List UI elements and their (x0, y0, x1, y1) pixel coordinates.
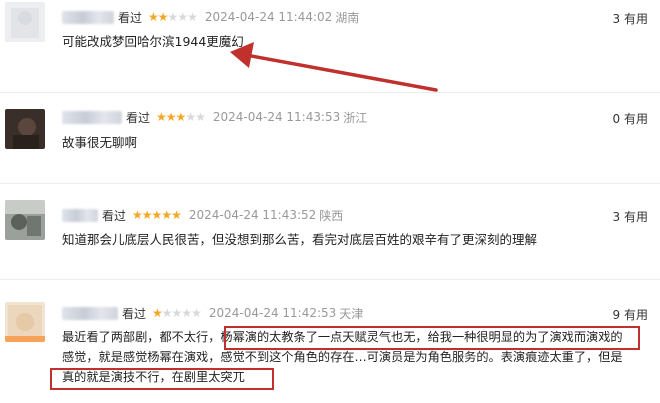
username-blurred[interactable] (62, 306, 118, 320)
star-icon: ★ (157, 10, 169, 24)
star-icon: ★ (181, 306, 192, 320)
star-icon: ★ (161, 208, 172, 222)
watched-label: 看过 (122, 306, 147, 321)
comment-meta: 看过 ★★★★★ 2024-04-24 11:44:02 湖南 (62, 8, 359, 26)
star-icon: ★ (161, 306, 173, 320)
star-icon: ★ (185, 110, 196, 124)
username-blurred[interactable] (62, 110, 122, 124)
comment-item: 看过 ★★★★★ 2024-04-24 11:44:02 湖南 3 有用 可能改… (0, 0, 660, 92)
useful-count[interactable]: 3 有用 (613, 208, 648, 225)
comment-item: 看过 ★★★★★ 2024-04-24 11:43:53 浙江 0 有用 故事很… (0, 93, 660, 183)
star-icon: ★ (132, 208, 143, 222)
comment-meta: 看过 ★★★★★ 2024-04-24 11:43:53 浙江 (62, 108, 367, 126)
avatar[interactable] (5, 2, 45, 42)
avatar[interactable] (5, 109, 45, 149)
comment-location: 陕西 (319, 208, 344, 223)
useful-count[interactable]: 9 有用 (613, 306, 648, 323)
useful-count[interactable]: 0 有用 (613, 110, 648, 127)
star-icon: ★ (175, 110, 187, 124)
comment-line: 故事很无聊啊 (62, 135, 138, 150)
comment-time: 2024-04-24 11:43:53 (212, 110, 341, 124)
highlight-box (50, 368, 274, 390)
comment-line: 感觉，就是感觉杨幂在演戏，感觉不到这个角色的存在…可演员是为角色服务的。表演痕迹… (62, 350, 623, 364)
username-blurred[interactable] (62, 208, 98, 222)
star-icon: ★ (171, 306, 183, 320)
watched-label: 看过 (118, 10, 143, 25)
highlight-box (224, 326, 640, 350)
star-icon: ★ (148, 10, 159, 24)
comment-text: 故事很无聊啊 (62, 133, 137, 153)
comment-time: 2024-04-24 11:43:52 (188, 208, 317, 222)
rating-stars: ★★★★★ (148, 10, 198, 24)
rating-stars: ★★★★★ (152, 306, 202, 320)
star-icon: ★ (177, 10, 188, 24)
star-icon: ★ (167, 10, 179, 24)
comment-location: 湖南 (335, 10, 360, 25)
comment-line: 可能改成梦回哈尔滨1944更魔幻 (62, 34, 244, 49)
rating-stars: ★★★★★ (132, 208, 182, 222)
watched-label: 看过 (126, 110, 151, 125)
star-icon: ★ (156, 110, 167, 124)
comment-line: 知道那会儿底层人民很苦，但没想到那么苦，看完对底层百姓的艰辛有了更深刻的理解 (62, 232, 538, 247)
rating-stars: ★★★★★ (156, 110, 206, 124)
avatar[interactable] (5, 200, 45, 240)
comment-location: 天津 (339, 306, 364, 321)
star-icon: ★ (152, 306, 163, 320)
comment-meta: 看过 ★★★★★ 2024-04-24 11:42:53 天津 (62, 304, 363, 322)
useful-count[interactable]: 3 有用 (613, 10, 648, 27)
watched-label: 看过 (102, 208, 127, 223)
username-blurred[interactable] (62, 10, 114, 24)
star-icon: ★ (151, 208, 163, 222)
star-icon: ★ (165, 110, 177, 124)
avatar[interactable] (5, 302, 45, 342)
comment-meta: 看过 ★★★★★ 2024-04-24 11:43:52 陕西 (62, 206, 343, 224)
comment-time: 2024-04-24 11:44:02 (204, 10, 333, 24)
star-icon: ★ (141, 208, 153, 222)
comment-text: 知道那会儿底层人民很苦，但没想到那么苦，看完对底层百姓的艰辛有了更深刻的理解 (62, 230, 537, 250)
star-icon: ★ (171, 208, 182, 222)
star-icon: ★ (191, 306, 202, 320)
comment-text: 可能改成梦回哈尔滨1944更魔幻 (62, 32, 244, 52)
star-icon: ★ (195, 110, 206, 124)
comment-item: 看过 ★★★★★ 2024-04-24 11:43:52 陕西 3 有用 知道那… (0, 184, 660, 279)
comment-location: 浙江 (343, 110, 368, 125)
comment-time: 2024-04-24 11:42:53 (208, 306, 337, 320)
star-icon: ★ (187, 10, 198, 24)
